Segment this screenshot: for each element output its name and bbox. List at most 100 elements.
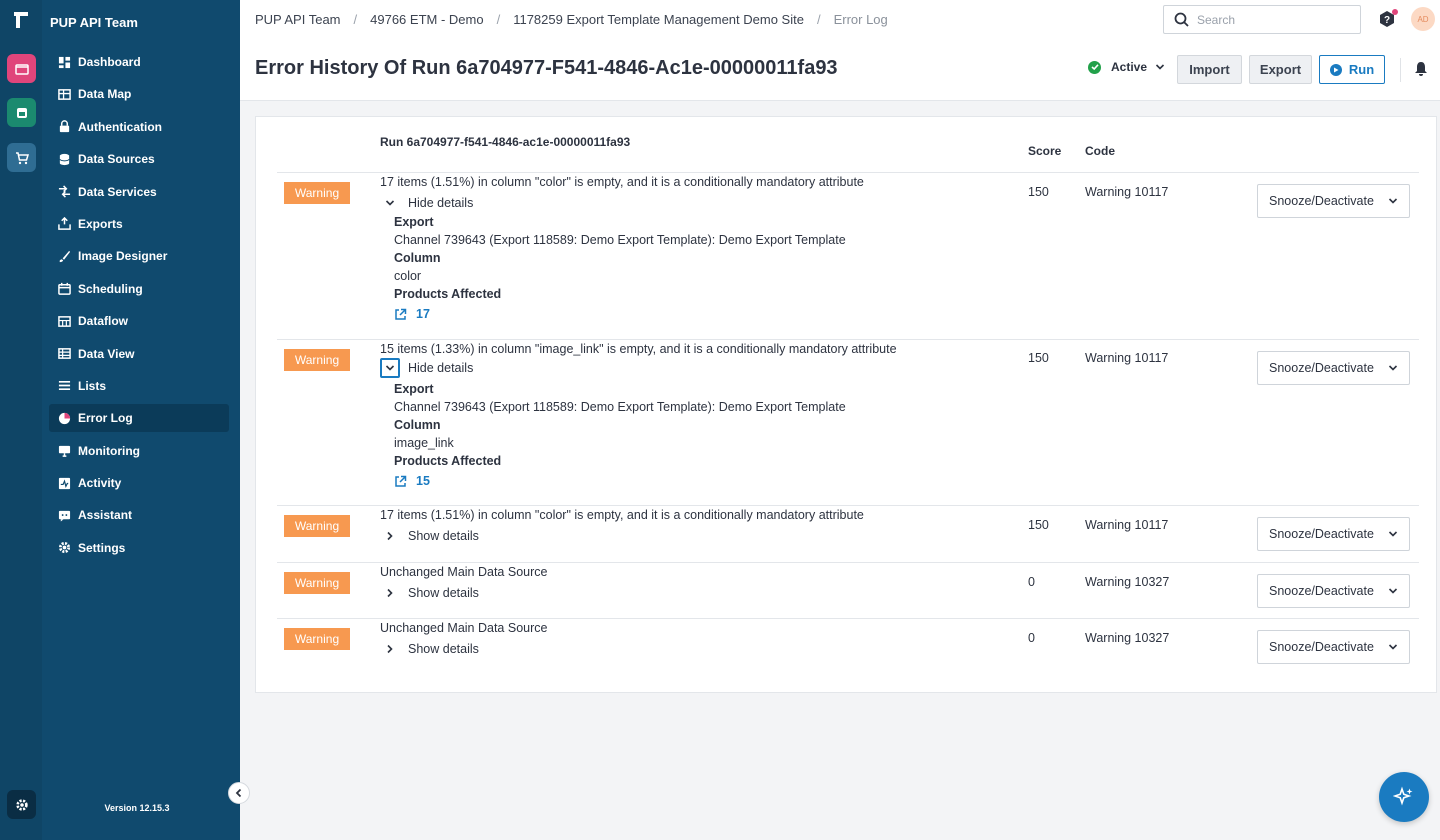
products-affected-link[interactable]: 17 (394, 305, 846, 323)
products-affected-count: 15 (416, 474, 430, 488)
snooze-label: Snooze/Deactivate (1269, 194, 1374, 208)
app-switch-icon-2[interactable] (7, 98, 36, 127)
status-dropdown[interactable]: Active (1088, 60, 1165, 74)
warning-badge: Warning (284, 349, 350, 371)
table-row: Warning Unchanged Main Data Source Show … (277, 563, 1419, 619)
row-score: 150 (1028, 518, 1049, 532)
row-score: 0 (1028, 575, 1035, 589)
sidebar-item-image-designer[interactable]: Image Designer (49, 242, 229, 270)
page-title: Error History Of Run 6a704977-F541-4846-… (255, 57, 838, 79)
snooze-deactivate-dropdown[interactable]: Snooze/Deactivate (1257, 574, 1410, 608)
snooze-deactivate-dropdown[interactable]: Snooze/Deactivate (1257, 630, 1410, 664)
data-map-icon (57, 87, 71, 101)
table-row: Warning 17 items (1.51%) in column "colo… (277, 173, 1419, 340)
sidebar-item-label: Authentication (78, 119, 162, 134)
sidebar-item-label: Data View (78, 346, 135, 361)
chevron-left-icon (235, 788, 242, 798)
row-message: 15 items (1.33%) in column "image_link" … (380, 342, 897, 356)
snooze-deactivate-dropdown[interactable]: Snooze/Deactivate (1257, 351, 1410, 385)
sidebar-item-exports[interactable]: Exports (49, 210, 229, 238)
toggle-label: Hide details (408, 361, 474, 375)
cart-icon[interactable] (7, 143, 36, 172)
row-message: Unchanged Main Data Source (380, 621, 548, 635)
app-switch-icon-1[interactable] (7, 54, 36, 83)
hide-details-toggle[interactable]: Hide details (380, 358, 473, 378)
detail-value-column: image_link (394, 436, 454, 450)
run-label: Run (1348, 62, 1375, 77)
sidebar-item-label: Lists (78, 378, 107, 393)
sparkle-icon (1393, 786, 1413, 806)
search-input[interactable] (1197, 12, 1347, 27)
chevron-right-icon (380, 583, 400, 603)
sidebar-item-label: Data Services (78, 184, 157, 199)
breadcrumb-item[interactable]: 1178259 Export Template Management Demo … (513, 12, 804, 27)
collapse-sidebar-button[interactable] (228, 782, 250, 804)
sidebar-item-dashboard[interactable]: Dashboard (49, 48, 229, 76)
search-box[interactable] (1163, 5, 1361, 34)
calendar-icon (57, 282, 71, 296)
sidebar-item-label: Error Log (78, 411, 133, 426)
monitor-icon (57, 444, 71, 458)
show-details-toggle[interactable]: Show details (380, 526, 479, 546)
warning-badge: Warning (284, 628, 350, 650)
sidebar-item-authentication[interactable]: Authentication (49, 113, 229, 141)
snooze-deactivate-dropdown[interactable]: Snooze/Deactivate (1257, 517, 1410, 551)
detail-value-column: color (394, 269, 422, 283)
table-row: Warning 17 items (1.51%) in column "colo… (277, 506, 1419, 563)
run-id-label: Run 6a704977-f541-4846-ac1e-00000011fa93 (380, 135, 631, 149)
sidebar-item-label: Monitoring (78, 443, 140, 458)
row-details: Export Channel 739643 (Export 118589: De… (394, 213, 846, 323)
sidebar-item-scheduling[interactable]: Scheduling (49, 275, 229, 303)
toggle-label: Show details (408, 642, 479, 656)
row-score: 150 (1028, 351, 1049, 365)
hide-details-toggle[interactable]: Hide details (380, 193, 473, 213)
sidebar-item-data-services[interactable]: Data Services (49, 178, 229, 206)
toggle-label: Show details (408, 529, 479, 543)
sidebar-item-monitoring[interactable]: Monitoring (49, 437, 229, 465)
show-details-toggle[interactable]: Show details (380, 583, 479, 603)
sidebar-item-data-map[interactable]: Data Map (49, 80, 229, 108)
snooze-deactivate-dropdown[interactable]: Snooze/Deactivate (1257, 184, 1410, 218)
breadcrumb-item[interactable]: 49766 ETM - Demo (370, 12, 483, 27)
help-icon[interactable]: ? (1378, 9, 1398, 28)
data-services-icon (57, 185, 71, 199)
snooze-label: Snooze/Deactivate (1269, 527, 1374, 541)
sidebar-item-label: Assistant (78, 508, 133, 523)
detail-label-column: Column (394, 251, 441, 265)
sidebar-item-activity[interactable]: Activity (49, 469, 229, 497)
detail-value-export: Channel 739643 (Export 118589: Demo Expo… (394, 233, 846, 247)
detail-label-column: Column (394, 418, 441, 432)
warning-badge: Warning (284, 572, 350, 594)
show-details-toggle[interactable]: Show details (380, 639, 479, 659)
detail-label-export: Export (394, 215, 434, 229)
error-log-table: Run 6a704977-f541-4846-ac1e-00000011fa93… (255, 116, 1437, 693)
sidebar-item-data-sources[interactable]: Data Sources (49, 145, 229, 173)
run-button[interactable]: Run (1319, 55, 1385, 84)
sidebar-item-label: Dataflow (78, 314, 129, 329)
breadcrumb-item[interactable]: PUP API Team (255, 12, 341, 27)
table-row: Warning Unchanged Main Data Source Show … (277, 619, 1419, 675)
export-button[interactable]: Export (1249, 55, 1312, 84)
products-affected-link[interactable]: 15 (394, 472, 846, 490)
breadcrumb-current: Error Log (833, 12, 888, 27)
assistant-fab-button[interactable] (1379, 772, 1429, 822)
rail-settings-icon[interactable] (7, 790, 36, 819)
sidebar-item-dataflow[interactable]: Dataflow (49, 307, 229, 335)
sidebar-item-data-view[interactable]: Data View (49, 340, 229, 368)
sidebar-item-settings[interactable]: Settings (49, 534, 229, 562)
breadcrumb-separator: / (496, 12, 501, 27)
import-button[interactable]: Import (1177, 55, 1242, 84)
row-message: 17 items (1.51%) in column "color" is em… (380, 508, 864, 522)
page-header: PUP API Team / 49766 ETM - Demo / 117825… (240, 0, 1440, 101)
detail-label-products-affected: Products Affected (394, 454, 502, 468)
sidebar-item-error-log[interactable]: Error Log (49, 404, 229, 433)
dataflow-icon (57, 314, 71, 328)
avatar[interactable]: AD (1411, 7, 1435, 31)
sidebar-item-lists[interactable]: Lists (49, 372, 229, 400)
brush-icon (57, 249, 71, 263)
sidebar-item-assistant[interactable]: Assistant (49, 501, 229, 529)
bell-icon[interactable] (1413, 61, 1429, 77)
sidebar-item-label: Settings (78, 540, 126, 555)
row-code: Warning 10117 (1085, 518, 1169, 532)
notification-dot (1392, 9, 1398, 15)
